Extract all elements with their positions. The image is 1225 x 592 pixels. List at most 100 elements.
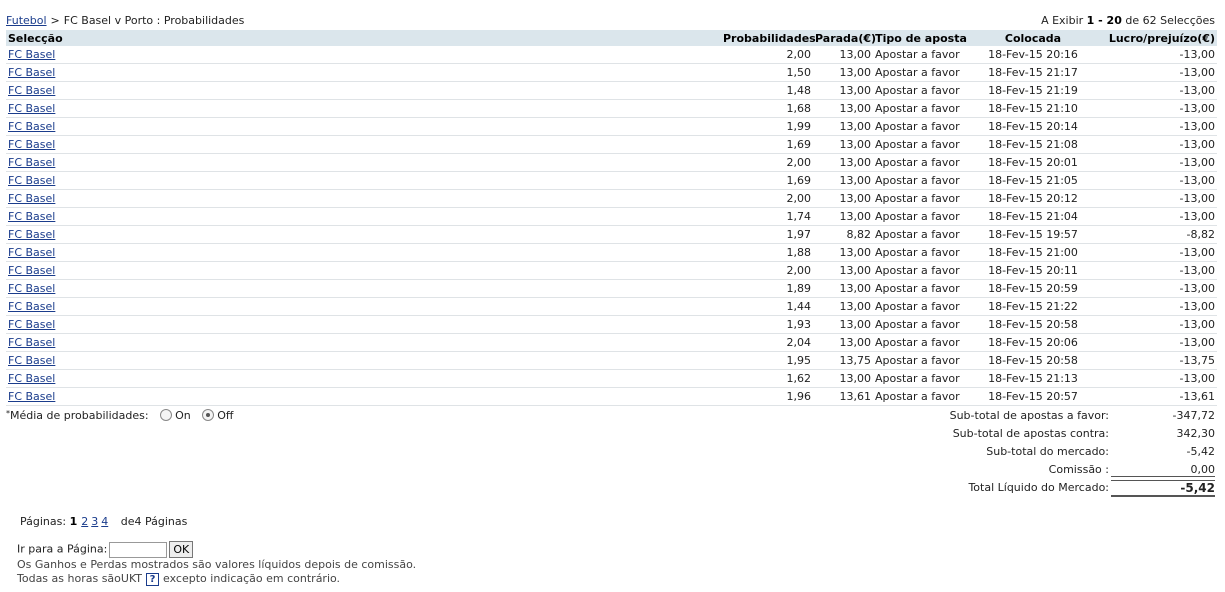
row-selection-link[interactable]: FC Basel: [8, 120, 55, 133]
cell-stake: 13,00: [813, 117, 873, 136]
row-selection-link[interactable]: FC Basel: [8, 66, 55, 79]
row-selection-link[interactable]: FC Basel: [8, 174, 55, 187]
breadcrumb-current: FC Basel v Porto : Probabilidades: [63, 14, 245, 27]
pagination-page-3[interactable]: 3: [91, 515, 98, 528]
cell-pl: -13,00: [1097, 81, 1217, 100]
table-row: FC Basel 1,96 13,61 Apostar a favor 18-Fev-1…: [6, 387, 1217, 406]
cell-type: Apostar a favor: [873, 387, 969, 406]
cell-odds: 1,93: [721, 315, 813, 334]
cell-stake: 13,00: [813, 46, 873, 64]
table-row: FC Basel 1,93 13,00 Apostar a favor 18-Fev-1…: [6, 315, 1217, 334]
cell-stake: 13,00: [813, 333, 873, 352]
table-row: FC Basel 1,74 13,00 Apostar a favor 18-Fev-1…: [6, 207, 1217, 226]
cell-pl: -13,00: [1097, 333, 1217, 352]
cell-placed: 18-Fev-15 21:19: [969, 81, 1097, 100]
cell-pl: -8,82: [1097, 225, 1217, 244]
cell-pl: -13,00: [1097, 63, 1217, 82]
col-header-bet-type[interactable]: Tipo de aposta: [873, 30, 969, 46]
row-selection-link[interactable]: FC Basel: [8, 84, 55, 97]
commission-label: Comissão :: [1048, 463, 1109, 476]
table-row: FC Basel 1,69 13,00 Apostar a favor 18-Fev-1…: [6, 171, 1217, 190]
row-selection-link[interactable]: FC Basel: [8, 228, 55, 241]
table-row: FC Basel 1,44 13,00 Apostar a favor 18-Fev-1…: [6, 297, 1217, 316]
table-row: FC Basel 2,00 13,00 Apostar a favor 18-Fev-1…: [6, 261, 1217, 280]
cell-placed: 18-Fev-15 21:05: [969, 171, 1097, 190]
cell-stake: 13,61: [813, 387, 873, 406]
cell-selection: FC Basel: [6, 297, 721, 316]
cell-stake: 13,00: [813, 207, 873, 226]
row-selection-link[interactable]: FC Basel: [8, 102, 55, 115]
table-row: FC Basel 1,97 8,82 Apostar a favor 18-Fev-15…: [6, 225, 1217, 244]
cell-selection: FC Basel: [6, 81, 721, 100]
row-selection-link[interactable]: FC Basel: [8, 156, 55, 169]
row-selection-link[interactable]: FC Basel: [8, 246, 55, 259]
col-header-odds[interactable]: Probabilidades: [721, 30, 816, 46]
cell-stake: 13,00: [813, 279, 873, 298]
table-row: FC Basel 1,68 13,00 Apostar a favor 18-Fev-1…: [6, 99, 1217, 118]
row-selection-link[interactable]: FC Basel: [8, 48, 55, 61]
cell-odds: 1,97: [721, 225, 813, 244]
average-off-label[interactable]: Off: [217, 409, 233, 422]
cell-type: Apostar a favor: [873, 225, 969, 244]
cell-odds: 1,68: [721, 99, 813, 118]
row-selection-link[interactable]: FC Basel: [8, 372, 55, 385]
cell-type: Apostar a favor: [873, 207, 969, 226]
cell-odds: 1,69: [721, 171, 813, 190]
row-selection-link[interactable]: FC Basel: [8, 300, 55, 313]
cell-pl: -13,75: [1097, 351, 1217, 370]
cell-type: Apostar a favor: [873, 171, 969, 190]
pagination-page-2[interactable]: 2: [81, 515, 88, 528]
cell-odds: 2,00: [721, 153, 813, 172]
totals-row-back: Sub-total de apostas a favor: -347,72: [900, 407, 1217, 425]
totals-row-net: Total Líquido do Mercado: -5,42: [900, 479, 1217, 497]
col-header-placed[interactable]: Colocada: [969, 30, 1097, 46]
cell-placed: 18-Fev-15 20:57: [969, 387, 1097, 406]
cell-odds: 2,04: [721, 333, 813, 352]
average-off-radio[interactable]: [202, 409, 215, 421]
row-selection-link[interactable]: FC Basel: [8, 192, 55, 205]
cell-placed: 18-Fev-15 21:13: [969, 369, 1097, 388]
net-total-value: -5,42: [1111, 480, 1215, 497]
cell-placed: 18-Fev-15 21:22: [969, 297, 1097, 316]
commission-value: 0,00: [1111, 463, 1215, 477]
cell-selection: FC Basel: [6, 225, 721, 244]
row-selection-link[interactable]: FC Basel: [8, 264, 55, 277]
row-selection-link[interactable]: FC Basel: [8, 282, 55, 295]
cell-type: Apostar a favor: [873, 153, 969, 172]
goto-ok-button[interactable]: OK: [169, 541, 194, 558]
cell-odds: 1,50: [721, 63, 813, 82]
cell-stake: 13,00: [813, 153, 873, 172]
cell-type: Apostar a favor: [873, 135, 969, 154]
col-header-profit-loss[interactable]: Lucro/prejuízo(€): [1097, 30, 1217, 46]
average-odds-toggle: *Média de probabilidades: On Off: [6, 409, 233, 422]
col-header-selection[interactable]: Selecção: [6, 30, 721, 46]
back-subtotal-value: -347,72: [1172, 409, 1215, 422]
average-on-radio[interactable]: [160, 409, 173, 421]
row-selection-link[interactable]: FC Basel: [8, 318, 55, 331]
average-on-label[interactable]: On: [175, 409, 191, 422]
pagination-page-4[interactable]: 4: [101, 515, 108, 528]
cell-placed: 18-Fev-15 20:16: [969, 46, 1097, 64]
col-header-stake[interactable]: Parada(€): [813, 30, 876, 46]
row-selection-link[interactable]: FC Basel: [8, 390, 55, 403]
cell-placed: 18-Fev-15 21:04: [969, 207, 1097, 226]
lay-subtotal-label: Sub-total de apostas contra:: [952, 427, 1109, 440]
goto-page-input[interactable]: [109, 541, 168, 558]
pagination-current: 1: [69, 515, 78, 528]
cell-type: Apostar a favor: [873, 81, 969, 100]
cell-odds: 1,89: [721, 279, 813, 298]
breadcrumb-sport-link[interactable]: Futebol: [6, 14, 47, 27]
cell-pl: -13,00: [1097, 315, 1217, 334]
cell-type: Apostar a favor: [873, 46, 969, 64]
row-selection-link[interactable]: FC Basel: [8, 138, 55, 151]
row-selection-link[interactable]: FC Basel: [8, 354, 55, 367]
cell-selection: FC Basel: [6, 46, 721, 64]
help-icon[interactable]: ?: [146, 573, 160, 586]
cell-placed: 18-Fev-15 20:12: [969, 189, 1097, 208]
row-selection-link[interactable]: FC Basel: [8, 210, 55, 223]
cell-stake: 8,82: [813, 225, 873, 244]
results-prefix: A Exibir: [1041, 14, 1084, 27]
cell-pl: -13,00: [1097, 189, 1217, 208]
row-selection-link[interactable]: FC Basel: [8, 336, 55, 349]
lay-subtotal-value: 342,30: [1176, 427, 1216, 440]
